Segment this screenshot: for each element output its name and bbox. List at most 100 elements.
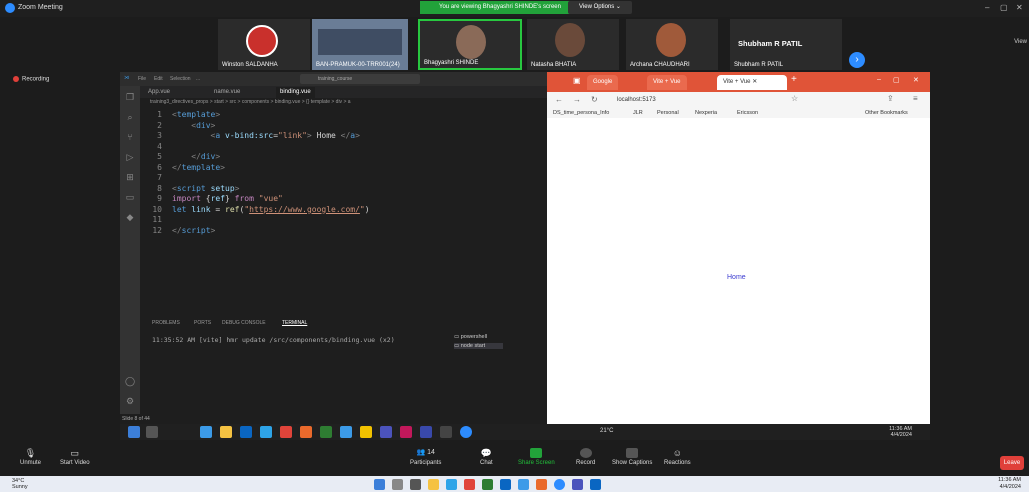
zoom-icon[interactable] <box>460 426 472 438</box>
code-line[interactable]: 8 <script setup> <box>140 184 547 195</box>
code-line[interactable]: 4 <box>140 142 547 153</box>
weather-widget[interactable]: 34°C Sunny <box>12 478 28 490</box>
code-line[interactable]: 6 </template> <box>140 163 547 174</box>
breadcrumb[interactable]: training3_directives_props > start > src… <box>150 99 550 105</box>
unmute-button[interactable]: 🎙 Unmute <box>20 448 41 466</box>
code-line[interactable]: 5 </div> <box>140 152 547 163</box>
back-icon[interactable]: ← <box>555 95 563 104</box>
participant-tile[interactable]: Shubham R PATIL Shubham R PATIL <box>730 19 842 70</box>
reload-icon[interactable]: ↻ <box>591 95 598 104</box>
account-icon[interactable]: ◯ <box>125 376 135 386</box>
tab-google[interactable]: Google <box>587 75 619 90</box>
start-icon[interactable] <box>374 479 385 490</box>
menu-more[interactable]: ... <box>196 76 200 82</box>
bookmark-folder[interactable]: Nexperia <box>695 110 717 116</box>
participant-tile[interactable]: Archana CHAUDHARI <box>626 19 718 70</box>
app-icon[interactable] <box>360 426 372 438</box>
bookmark-star-icon[interactable]: ☆ <box>791 94 798 103</box>
explorer-icon[interactable]: ❐ <box>125 92 135 102</box>
next-page-button[interactable]: › <box>849 52 865 68</box>
show-captions-button[interactable]: Show Captions <box>612 448 652 466</box>
participant-tile[interactable]: BAN-PRAMUK-00-TRR001(24) <box>312 19 408 70</box>
teams-icon[interactable] <box>380 426 392 438</box>
minimize-icon[interactable]: – <box>985 3 989 12</box>
source-control-icon[interactable]: ⑂ <box>125 132 135 142</box>
record-button[interactable]: Record <box>576 448 595 466</box>
clock[interactable]: 11:36 AM 4/4/2024 <box>889 426 912 438</box>
settings-gear-icon[interactable]: ⚙ <box>125 396 135 406</box>
tab-terminal[interactable]: TERMINAL <box>282 320 307 326</box>
tab-vite-vue[interactable]: Vite + Vue <box>647 75 687 90</box>
search-icon[interactable]: ⌕ <box>125 112 135 122</box>
zoom-icon[interactable] <box>554 479 565 490</box>
leave-button[interactable]: Leave <box>1000 456 1024 470</box>
firefox-icon[interactable] <box>536 479 547 490</box>
weather-widget[interactable]: 21°C <box>600 428 613 434</box>
menu-selection[interactable]: Selection <box>170 76 191 82</box>
vscode-icon[interactable] <box>518 479 529 490</box>
start-video-button[interactable]: ▭ Start Video <box>60 448 90 466</box>
clock[interactable]: 11:36 AM 4/4/2024 <box>998 477 1021 491</box>
start-icon[interactable] <box>128 426 140 438</box>
terminal-item-powershell[interactable]: ▭ powershell <box>454 334 487 340</box>
code-line[interactable]: 1 <template> <box>140 110 547 121</box>
forward-icon[interactable]: → <box>573 95 581 104</box>
minimize-icon[interactable]: – <box>877 76 881 83</box>
code-line[interactable]: 3 <a v-bind:src="link"> Home </a> <box>140 131 547 142</box>
file-explorer-icon[interactable] <box>428 479 439 490</box>
participant-tile-active[interactable]: Bhagyashri SHINDE <box>418 19 522 70</box>
close-icon[interactable]: ✕ <box>913 76 919 84</box>
bookmark-folder[interactable]: Personal <box>657 110 679 116</box>
tab-vite-vue-active[interactable]: Vite + Vue ✕ <box>717 75 787 90</box>
app-icon[interactable] <box>482 479 493 490</box>
tab-name-vue[interactable]: name.vue <box>210 87 244 98</box>
app-icon[interactable] <box>400 426 412 438</box>
home-link[interactable]: Home <box>727 274 746 281</box>
tab-problems[interactable]: PROBLEMS <box>152 320 180 326</box>
other-bookmarks[interactable]: Other Bookmarks <box>865 110 908 116</box>
new-tab-icon[interactable]: + <box>791 74 797 85</box>
maximize-icon[interactable]: ▢ <box>893 76 900 84</box>
close-icon[interactable]: ✕ <box>1016 3 1023 12</box>
menu-icon[interactable]: ≡ <box>913 94 918 103</box>
view-options-button[interactable]: View Options ⌄ <box>568 1 632 14</box>
tab-ports[interactable]: PORTS <box>194 320 211 326</box>
app-icon[interactable] <box>420 426 432 438</box>
vscode-icon[interactable] <box>340 426 352 438</box>
participant-tile[interactable]: Natasha BHATIA <box>527 19 619 70</box>
code-line[interactable]: 12 </script> <box>140 226 547 237</box>
tab-debug-console[interactable]: DEBUG CONSOLE <box>222 320 266 326</box>
share-icon[interactable]: ⇪ <box>887 94 894 103</box>
menu-file[interactable]: File <box>138 76 146 82</box>
file-explorer-icon[interactable] <box>220 426 232 438</box>
extensions-icon[interactable]: ⊞ <box>125 172 135 182</box>
chat-button[interactable]: 💬 Chat <box>480 448 493 466</box>
outlook-icon[interactable] <box>500 479 511 490</box>
teams-icon[interactable] <box>572 479 583 490</box>
terminal-item-node[interactable]: ▭ node start <box>454 343 504 349</box>
bookmark-folder[interactable]: JLR <box>633 110 643 116</box>
reactions-button[interactable]: ☺ Reactions <box>664 448 691 466</box>
terminal-output[interactable]: 11:35:52 AM [vite] hmr update /src/compo… <box>152 336 395 344</box>
task-view-icon[interactable] <box>410 479 421 490</box>
view-button[interactable]: View <box>1014 39 1027 45</box>
docker-icon[interactable]: ◆ <box>125 212 135 222</box>
participant-tile[interactable]: Winston SALDANHA <box>218 19 310 70</box>
command-search[interactable]: training_course <box>300 74 420 84</box>
tab-actions-icon[interactable]: ▣ <box>573 76 581 85</box>
code-line[interactable]: 2 <div> <box>140 121 547 132</box>
share-screen-button[interactable]: Share Screen <box>518 448 555 466</box>
edge-icon[interactable] <box>446 479 457 490</box>
run-debug-icon[interactable]: ▷ <box>125 152 135 162</box>
app-icon[interactable] <box>200 426 212 438</box>
remote-icon[interactable]: ▭ <box>125 192 135 202</box>
tab-app-vue[interactable]: App.vue <box>144 87 174 98</box>
tab-binding-vue[interactable]: binding.vue <box>276 87 315 98</box>
code-line[interactable]: 9 import {ref} from "vue" <box>140 194 547 205</box>
search-icon[interactable] <box>146 426 158 438</box>
app-icon[interactable] <box>590 479 601 490</box>
app-icon[interactable] <box>240 426 252 438</box>
app-icon[interactable] <box>440 426 452 438</box>
menu-edit[interactable]: Edit <box>154 76 163 82</box>
chrome-icon[interactable] <box>280 426 292 438</box>
